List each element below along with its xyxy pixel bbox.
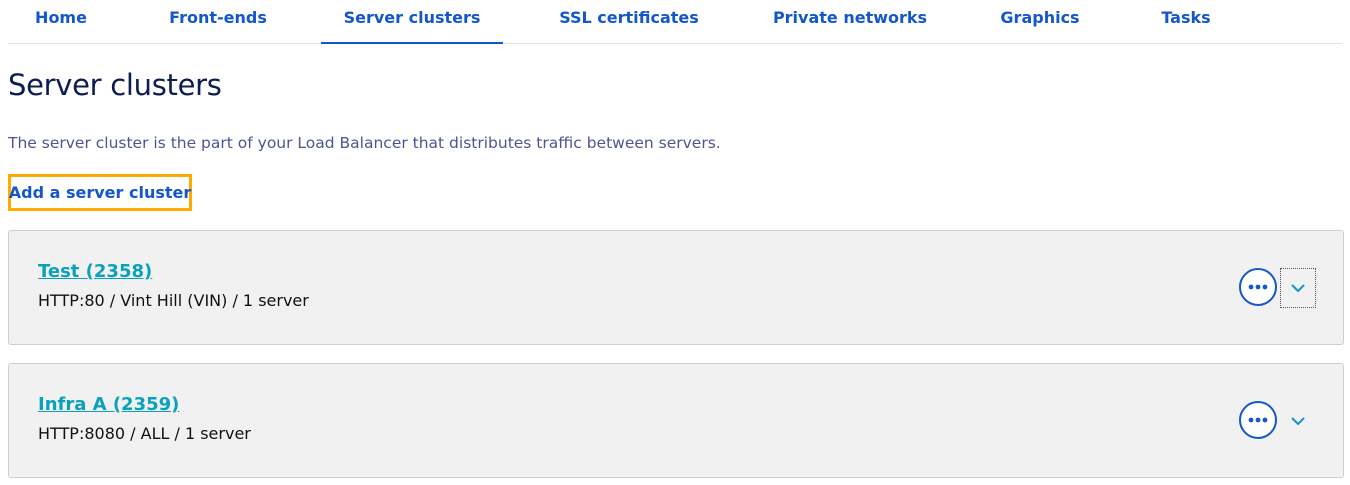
- expand-button[interactable]: [1280, 268, 1316, 308]
- expand-button[interactable]: [1280, 401, 1316, 441]
- tab-server-clusters[interactable]: Server clusters: [321, 0, 503, 44]
- chevron-down-icon: [1291, 284, 1305, 292]
- page-description: The server cluster is the part of your L…: [8, 134, 721, 152]
- tab-home[interactable]: Home: [8, 0, 114, 44]
- tab-private-networks[interactable]: Private networks: [760, 0, 940, 44]
- more-options-icon: [1248, 284, 1268, 290]
- cluster-name-link[interactable]: Test (2358): [38, 261, 152, 282]
- tab-graphics[interactable]: Graphics: [984, 0, 1096, 44]
- cluster-name-link[interactable]: Infra A (2359): [38, 394, 179, 415]
- page-title: Server clusters: [8, 68, 222, 102]
- cluster-card: Test (2358) HTTP:80 / Vint Hill (VIN) / …: [8, 230, 1344, 345]
- nav-tabs: Home Front-ends Server clusters SSL cert…: [8, 0, 1342, 44]
- tab-tasks[interactable]: Tasks: [1138, 0, 1234, 44]
- tab-front-ends[interactable]: Front-ends: [142, 0, 294, 44]
- cluster-meta: HTTP:80 / Vint Hill (VIN) / 1 server: [38, 291, 309, 310]
- more-options-button[interactable]: [1239, 401, 1277, 439]
- add-server-cluster-button[interactable]: Add a server cluster: [8, 174, 192, 211]
- more-options-icon: [1248, 417, 1268, 423]
- cluster-card: Infra A (2359) HTTP:8080 / ALL / 1 serve…: [8, 363, 1344, 478]
- chevron-down-icon: [1291, 417, 1305, 425]
- more-options-button[interactable]: [1239, 268, 1277, 306]
- tab-ssl-certificates[interactable]: SSL certificates: [532, 0, 726, 44]
- cluster-meta: HTTP:8080 / ALL / 1 server: [38, 424, 251, 443]
